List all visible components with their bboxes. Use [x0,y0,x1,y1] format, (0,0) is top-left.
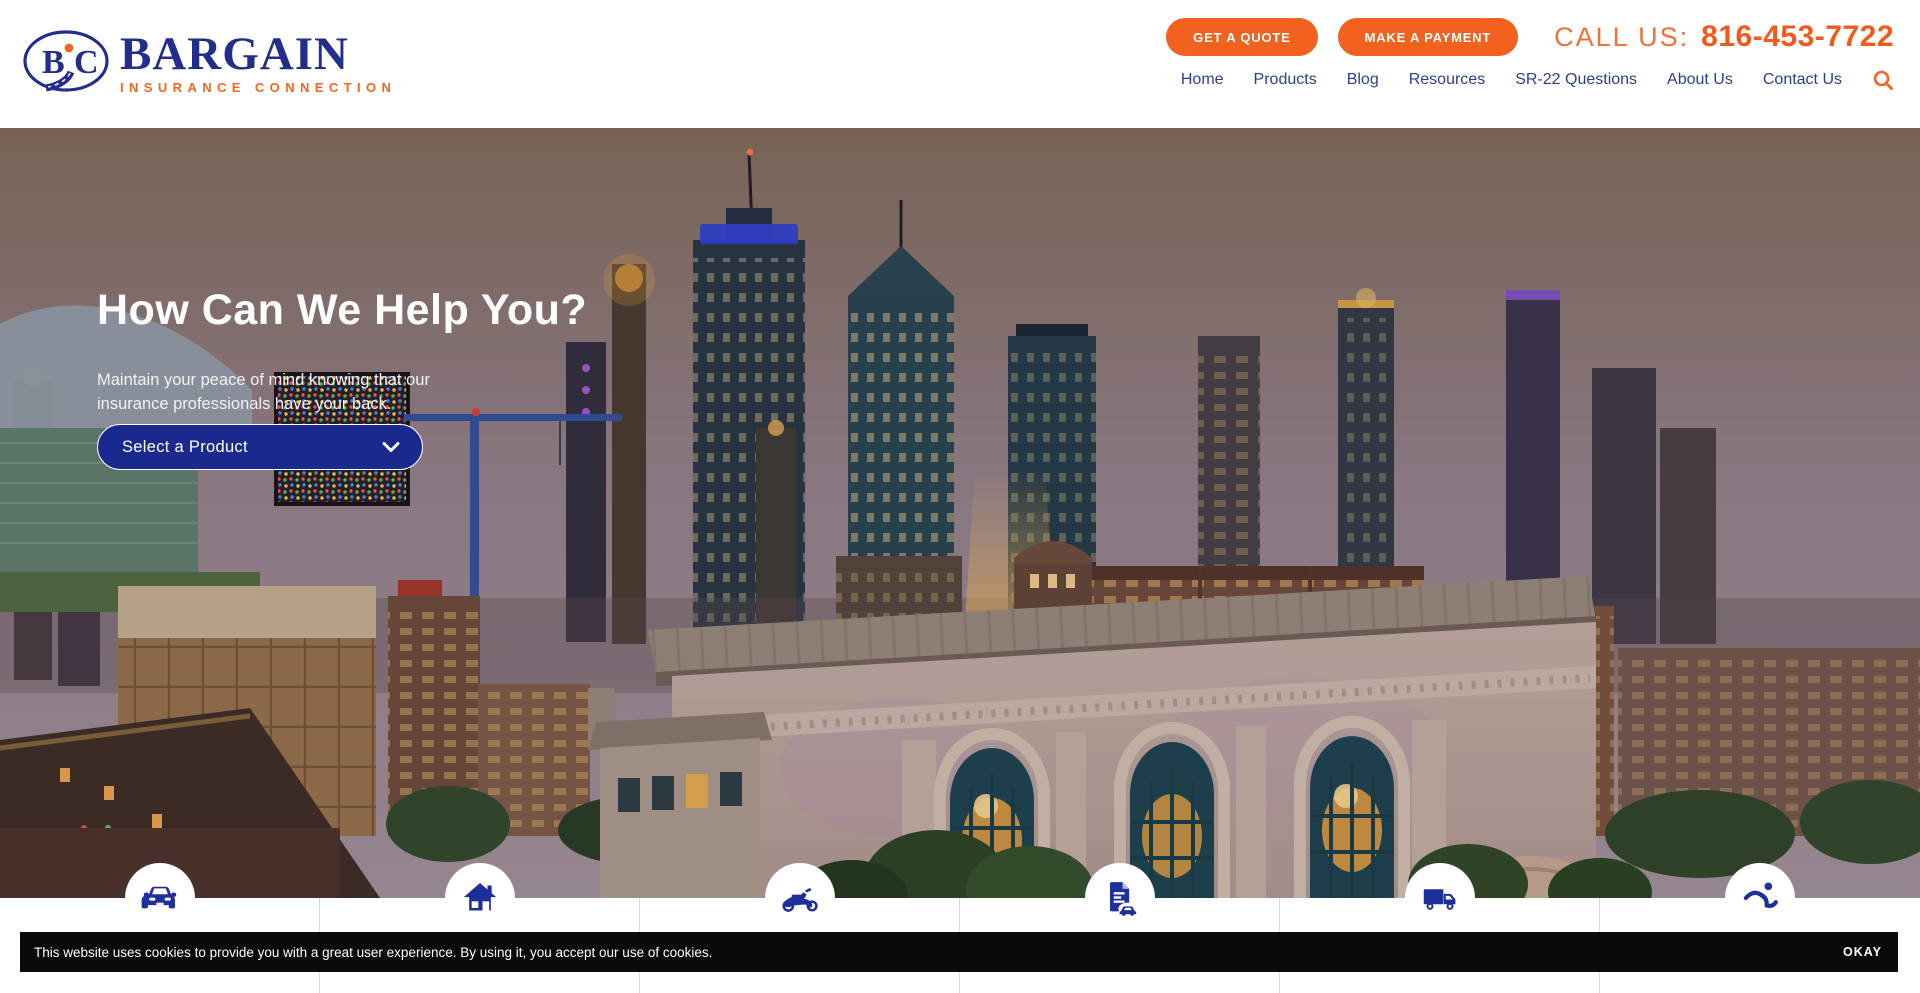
nav-item-resources[interactable]: Resources [1409,71,1485,89]
page: B C BARGAIN INSURANCE CONNECTION GET A Q… [0,0,1920,993]
header-right: GET A QUOTE MAKE A PAYMENT CALL US: 816-… [1166,18,1894,91]
nav-item-sr22-questions[interactable]: SR-22 Questions [1515,71,1637,89]
slip-and-fall-icon [1740,878,1780,918]
company-logo[interactable]: B C BARGAIN INSURANCE CONNECTION [22,28,396,95]
hero-title: How Can We Help You? [97,286,997,335]
call-us-label: CALL US: [1554,22,1689,53]
hero-section: How Can We Help You? Maintain your peace… [0,128,1920,898]
motorcycle-icon [780,878,820,918]
hero-background-cityscape [0,128,1920,898]
select-a-product-label: Select a Product [122,438,248,457]
nav-item-contact-us[interactable]: Contact Us [1763,71,1842,89]
logo-name: BARGAIN [120,32,396,76]
svg-text:B: B [42,44,65,81]
nav-item-products[interactable]: Products [1254,71,1317,89]
hero-subtitle: Maintain your peace of mind knowing that… [97,368,497,416]
nav-item-about-us[interactable]: About Us [1667,71,1733,89]
search-icon[interactable] [1872,69,1894,91]
cookie-okay-button[interactable]: OKAY [1843,945,1882,959]
select-a-product-dropdown[interactable]: Select a Product [97,424,423,470]
car-icon [140,878,180,918]
logo-tagline: INSURANCE CONNECTION [120,80,396,95]
get-a-quote-button[interactable]: GET A QUOTE [1166,18,1317,56]
main-navigation: Home Products Blog Resources SR-22 Quest… [1166,69,1894,91]
chevron-down-icon [382,441,400,453]
call-us-phone-link[interactable]: CALL US: 816-453-7722 [1554,20,1894,54]
cookie-banner: This website uses cookies to provide you… [20,932,1898,972]
header-actions: GET A QUOTE MAKE A PAYMENT CALL US: 816-… [1166,18,1894,56]
cookie-message: This website uses cookies to provide you… [34,945,712,960]
svg-text:C: C [74,44,99,81]
commercial-truck-icon [1420,878,1460,918]
nav-item-blog[interactable]: Blog [1347,71,1379,89]
nav-item-home[interactable]: Home [1181,71,1224,89]
sr22-document-icon [1100,878,1140,918]
logo-emblem-icon: B C [22,28,110,94]
phone-number: 816-453-7722 [1701,20,1894,54]
site-header: B C BARGAIN INSURANCE CONNECTION GET A Q… [0,0,1920,128]
home-icon [460,878,500,918]
make-a-payment-button[interactable]: MAKE A PAYMENT [1338,18,1519,56]
